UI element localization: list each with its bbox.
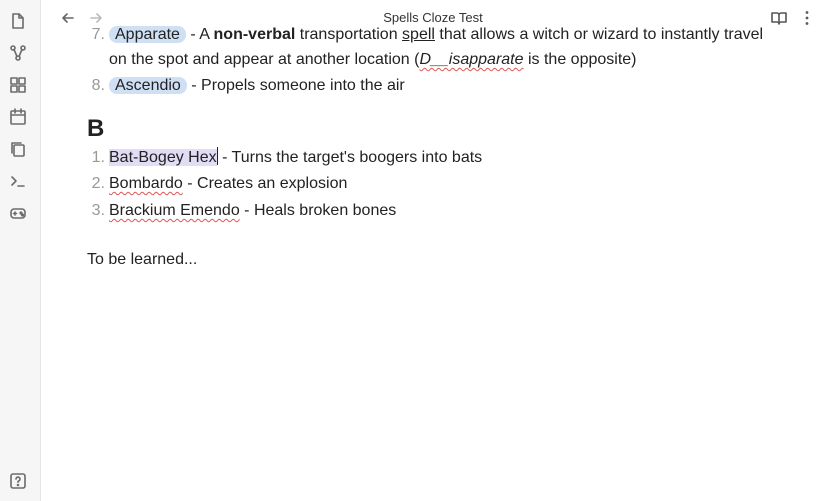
copy-icon[interactable] — [9, 140, 27, 158]
list-number: 7. — [91, 26, 105, 43]
editor-area[interactable]: 7. Apparate - A non-verbal transportatio… — [41, 20, 825, 501]
help-icon[interactable] — [9, 472, 27, 490]
list-number: 3. — [91, 202, 105, 219]
files-icon[interactable] — [9, 12, 27, 30]
graph-icon[interactable] — [9, 44, 27, 62]
list-number: 8. — [91, 77, 105, 94]
cloze-term[interactable]: Apparate — [109, 26, 186, 43]
gamepad-icon[interactable] — [9, 204, 27, 222]
cloze-term[interactable]: Ascendio — [109, 77, 187, 94]
section-heading: B — [87, 115, 105, 142]
term: Bombardo — [109, 175, 183, 192]
term: Brackium Emendo — [109, 202, 240, 219]
list-number: 2. — [91, 175, 105, 192]
selected-term[interactable]: Bat-Bogey Hex — [109, 149, 217, 166]
list-number: 1. — [91, 149, 105, 166]
terminal-icon[interactable] — [9, 172, 27, 190]
paragraph[interactable]: To be learned... — [87, 247, 197, 273]
calendar-icon[interactable] — [9, 108, 27, 126]
spell-link[interactable]: spell — [402, 26, 435, 43]
blocks-icon[interactable] — [9, 76, 27, 94]
left-ribbon — [0, 0, 41, 501]
